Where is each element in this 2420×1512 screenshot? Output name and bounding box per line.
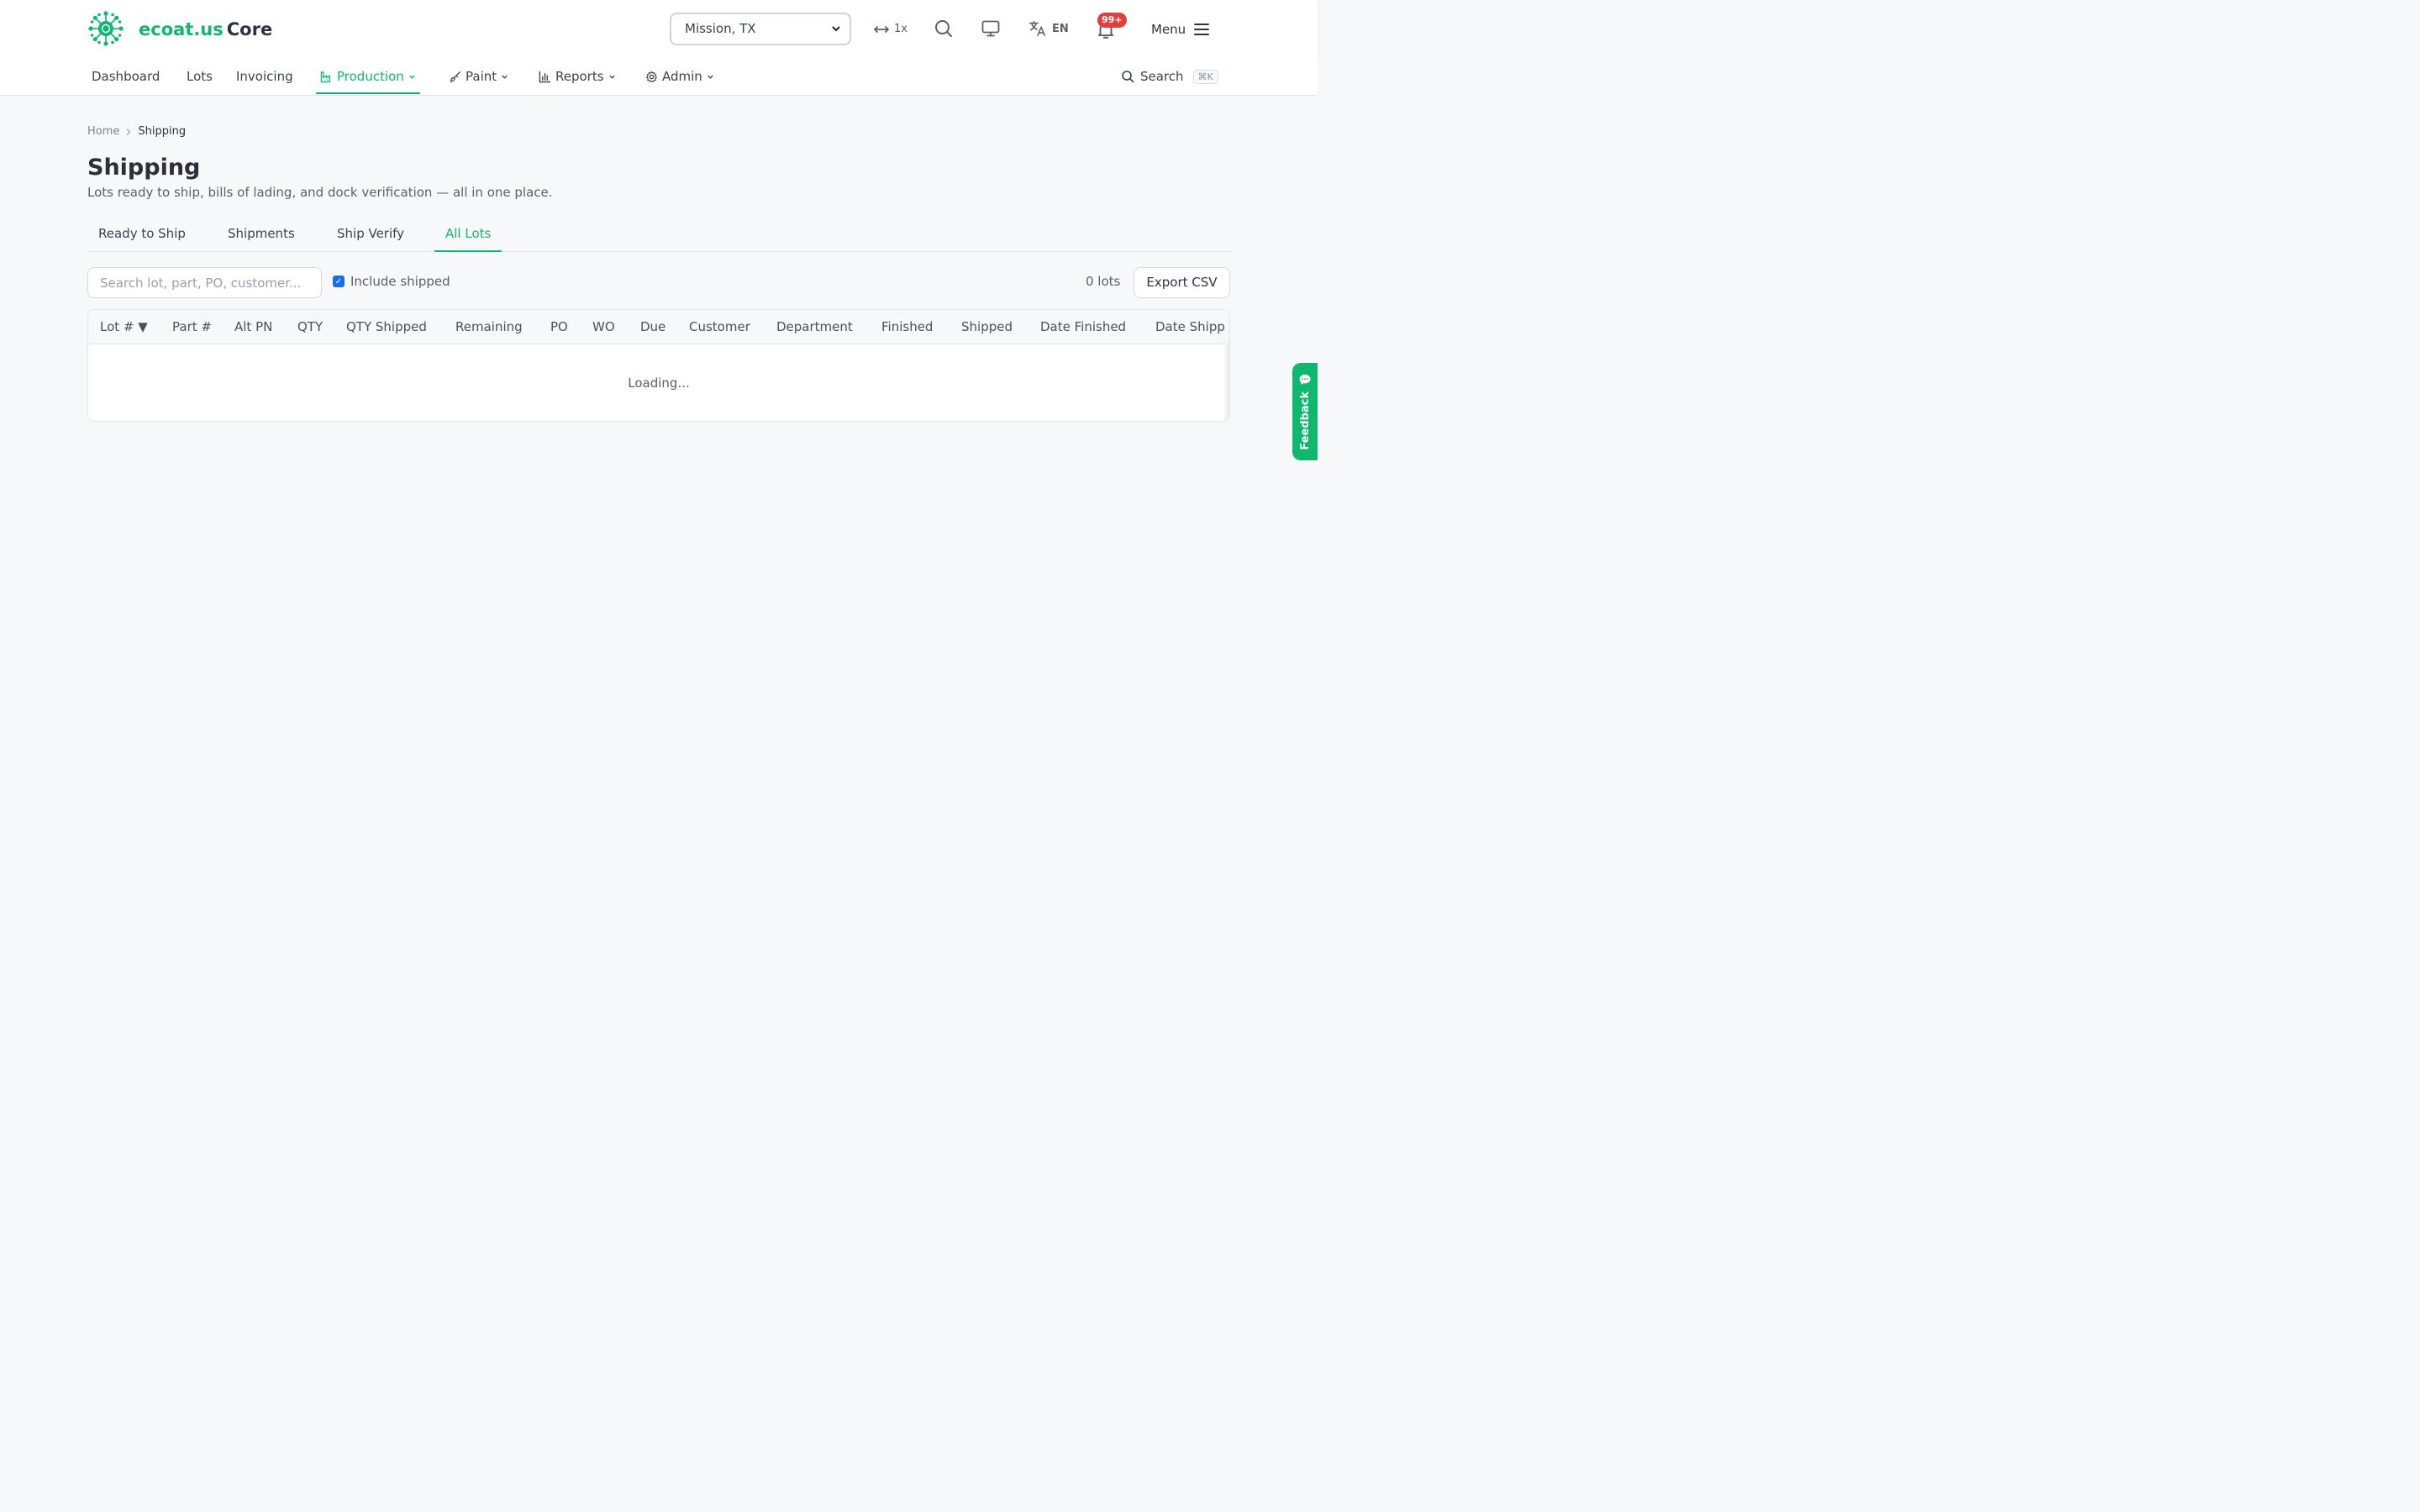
width-toggle[interactable]: 1x <box>874 20 908 39</box>
tab-ready-to-ship[interactable]: Ready to Ship <box>87 217 197 252</box>
brand-primary: ecoat.us <box>139 19 224 39</box>
column-header[interactable]: Finished <box>881 310 933 344</box>
column-header[interactable]: Alt PN <box>234 310 272 344</box>
tab-shipments[interactable]: Shipments <box>217 217 306 252</box>
breadcrumb: Home Shipping <box>87 125 186 138</box>
language-label: EN <box>1052 22 1069 35</box>
column-header[interactable]: Lot # ▼ <box>100 310 148 344</box>
column-header[interactable]: Customer <box>689 310 750 344</box>
keyboard-shortcut: ⌘K <box>1192 69 1218 84</box>
brand-secondary: Core <box>226 19 273 39</box>
brand-name[interactable]: ecoat.us Core <box>139 17 272 42</box>
logo-icon[interactable] <box>87 10 124 47</box>
nav-item-reports[interactable]: Reports <box>539 59 616 96</box>
main-nav: Dashboard Lots Invoicing Production Pain… <box>0 59 1318 96</box>
nav-item-label: Lots <box>187 69 213 84</box>
column-header[interactable]: QTY <box>297 310 323 344</box>
language-switcher[interactable]: EN <box>1028 18 1069 39</box>
column-header[interactable]: Shipped <box>961 310 1013 344</box>
column-header[interactable]: Department <box>776 310 853 344</box>
notification-badge: 99+ <box>1097 13 1127 28</box>
paintbrush-icon <box>450 71 460 82</box>
search-icon[interactable] <box>934 18 954 39</box>
nav-item-label: Admin <box>662 69 702 84</box>
lot-search-input[interactable] <box>87 267 322 298</box>
column-header[interactable]: Date Shipp <box>1155 310 1225 344</box>
nav-item-production[interactable]: Production <box>316 59 420 96</box>
nav-item-label: Production <box>337 69 404 84</box>
page-title: Shipping <box>87 155 201 181</box>
arrows-horizontal-icon <box>874 26 889 33</box>
menu-label: Menu <box>1151 22 1186 37</box>
loading-message: Loading... <box>628 375 690 391</box>
lot-count: 0 lots <box>1086 274 1121 289</box>
include-shipped-label: Include shipped <box>350 274 450 289</box>
lots-table: Lot # ▼ Part # Alt PN QTY QTY Shipped Re… <box>87 309 1230 422</box>
feedback-label: Feedback <box>1298 391 1312 450</box>
breadcrumb-home[interactable]: Home <box>87 125 119 138</box>
nav-item-lots[interactable]: Lots <box>187 59 213 96</box>
shipping-tabs: Ready to Ship Shipments Ship Verify All … <box>87 217 1230 252</box>
breadcrumb-current: Shipping <box>138 125 187 138</box>
column-header[interactable]: QTY Shipped <box>346 310 427 344</box>
width-toggle-label: 1x <box>894 23 908 35</box>
search-icon <box>1122 71 1134 83</box>
chevron-down-icon <box>409 75 415 79</box>
export-csv-button[interactable]: Export CSV <box>1134 267 1230 298</box>
chat-bubble-icon <box>1299 375 1311 385</box>
location-select-value: Mission, TX <box>685 21 756 36</box>
table-header: Lot # ▼ Part # Alt PN QTY QTY Shipped Re… <box>88 310 1229 344</box>
chevron-down-icon <box>608 75 615 79</box>
page-subtitle: Lots ready to ship, bills of lading, and… <box>87 185 553 200</box>
nav-item-dashboard[interactable]: Dashboard <box>92 59 160 96</box>
gear-icon <box>646 71 657 82</box>
nav-item-label: Reports <box>555 69 604 84</box>
horizontal-scroll-shadow <box>1223 344 1229 421</box>
chevron-down-icon <box>708 75 713 79</box>
tab-all-lots[interactable]: All Lots <box>434 217 502 252</box>
column-header[interactable]: Date Finished <box>1040 310 1126 344</box>
chevron-down-icon <box>502 75 508 79</box>
nav-item-label: Invoicing <box>236 69 293 84</box>
column-header[interactable]: Remaining <box>455 310 523 344</box>
hamburger-icon <box>1194 24 1210 35</box>
menu-button[interactable]: Menu <box>1151 18 1210 40</box>
tab-ship-verify[interactable]: Ship Verify <box>326 217 415 252</box>
chevron-right-icon <box>126 128 131 135</box>
monitor-icon[interactable] <box>981 18 1001 39</box>
top-header: ecoat.us Core Mission, TX 1x EN 99+ Menu <box>0 0 1318 59</box>
location-select[interactable]: Mission, TX <box>670 13 851 45</box>
column-header[interactable]: Due <box>640 310 666 344</box>
chevron-down-icon <box>831 14 841 55</box>
include-shipped-toggle[interactable]: ✓ Include shipped <box>333 274 450 289</box>
nav-item-invoicing[interactable]: Invoicing <box>236 59 293 96</box>
include-shipped-checkbox[interactable]: ✓ <box>333 276 345 287</box>
bar-chart-icon <box>539 71 551 83</box>
translate-icon <box>1029 20 1046 37</box>
global-search-label: Search <box>1140 69 1184 84</box>
global-search-button[interactable]: Search ⌘K <box>1121 64 1218 89</box>
column-header[interactable]: WO <box>592 310 615 344</box>
feedback-button[interactable]: Feedback <box>1292 363 1318 460</box>
column-header[interactable]: PO <box>550 310 568 344</box>
nav-item-label: Paint <box>466 69 497 84</box>
nav-item-paint[interactable]: Paint <box>449 59 508 96</box>
nav-item-admin[interactable]: Admin <box>645 59 714 96</box>
column-header[interactable]: Part # <box>172 310 212 344</box>
nav-item-label: Dashboard <box>92 69 160 84</box>
factory-icon <box>320 71 330 83</box>
